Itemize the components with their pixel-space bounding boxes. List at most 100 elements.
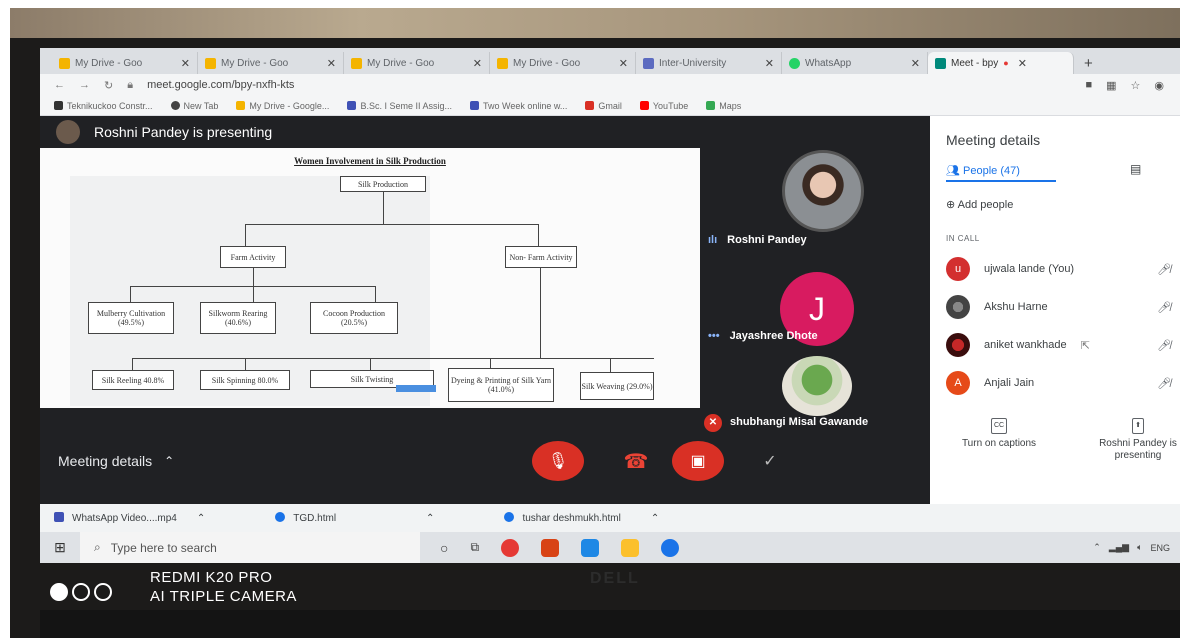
- node-cocoon: Cocoon Production (20.5%): [310, 302, 398, 334]
- tab-inter-university[interactable]: Inter-University ✕: [636, 52, 782, 74]
- present-icon: ⬆: [1132, 418, 1144, 434]
- cc-icon: CC: [990, 418, 1008, 434]
- mic-toggle-button[interactable]: 🎙︎: [532, 441, 584, 481]
- meeting-details-toggle[interactable]: Meeting details ⌃: [40, 448, 710, 474]
- participant-row[interactable]: aniket wankhade ⇱ 🎤︎̸: [946, 332, 1171, 358]
- close-icon[interactable]: ✕: [181, 57, 190, 70]
- dots-icon: •••: [708, 330, 720, 342]
- whatsapp-icon: [789, 57, 800, 69]
- tile-name-roshni: ılı Roshni Pandey: [708, 234, 807, 246]
- close-icon[interactable]: ✕: [619, 57, 628, 70]
- windows-start-icon[interactable]: ⊞: [40, 539, 80, 556]
- tab-drive-4[interactable]: My Drive - Goo ✕: [490, 52, 636, 74]
- back-icon[interactable]: ←: [54, 79, 65, 91]
- chevron-up-icon[interactable]: ⌃: [651, 513, 659, 524]
- camera-watermark: REDMI K20 PRO AI TRIPLE CAMERA: [150, 569, 297, 605]
- language-indicator[interactable]: ENG: [1150, 543, 1170, 553]
- drive-icon: [497, 57, 508, 69]
- chat-icon[interactable]: ▤: [1130, 162, 1141, 176]
- address-bar: ← → ↻ 🔒︎ meet.google.com/bpy-nxfh-kts ■ ▦…: [40, 74, 1180, 96]
- mic-off-icon: 🎤︎̸: [1157, 263, 1171, 276]
- edge-icon: [275, 512, 286, 522]
- node-nonfarm: Non- Farm Activity: [505, 246, 577, 268]
- node-silkworm: Silkworm Rearing (40.6%): [200, 302, 276, 334]
- bookmarks-bar: Teknikuckoo Constr... New Tab My Drive -…: [40, 96, 1180, 116]
- node-reeling: Silk Reeling 40.8%: [92, 370, 174, 390]
- tab-label: WhatsApp: [805, 57, 852, 69]
- background-wall: [10, 8, 1180, 38]
- bookmark-item[interactable]: B.Sc. I Seme II Assig...: [347, 100, 452, 111]
- close-icon[interactable]: ✕: [473, 57, 482, 70]
- url-field[interactable]: meet.google.com/bpy-nxfh-kts: [147, 79, 294, 91]
- participant-row[interactable]: Akshu Harne 🎤︎̸: [946, 294, 1171, 320]
- captions-button[interactable]: CC Turn on captions: [944, 418, 1054, 450]
- recording-dot-icon: ●: [1003, 58, 1009, 68]
- bookmark-item[interactable]: Gmail: [585, 100, 622, 111]
- slide-highlight: [396, 385, 436, 392]
- keyboard-row: [40, 610, 1180, 638]
- cortana-icon[interactable]: ○: [440, 540, 448, 556]
- task-view-icon[interactable]: ⧉: [470, 540, 479, 555]
- camera-toggle-button[interactable]: ▣: [672, 441, 724, 481]
- download-item[interactable]: WhatsApp Video....mp4 ⌃: [54, 512, 205, 524]
- bookmark-item[interactable]: Two Week online w...: [469, 100, 567, 111]
- bookmark-item[interactable]: Maps: [706, 100, 741, 111]
- tab-label: My Drive - Goo: [367, 57, 435, 69]
- avatar: [946, 295, 970, 319]
- photo-frame: My Drive - Goo ✕ My Drive - Goo ✕ My Drive…: [10, 8, 1180, 638]
- bookmark-item[interactable]: My Drive - Google...: [236, 100, 329, 111]
- avatar: [56, 120, 80, 144]
- chevron-up-icon: ⌃: [164, 454, 175, 468]
- presenting-button[interactable]: ⬆ Roshni Pandey is presenting: [1098, 418, 1178, 462]
- bookmark-item[interactable]: YouTube: [639, 100, 688, 111]
- file-explorer-icon[interactable]: [621, 538, 640, 557]
- taskbar-search[interactable]: ⌕ Type here to search: [80, 532, 420, 563]
- tab-whatsapp[interactable]: WhatsApp ✕: [782, 52, 928, 74]
- mic-off-icon: 🎤︎̸: [1157, 377, 1171, 390]
- download-item[interactable]: TGD.html ⌃: [275, 512, 434, 524]
- edge-icon[interactable]: [661, 538, 680, 557]
- tab-drive-1[interactable]: My Drive - Goo ✕: [52, 52, 198, 74]
- tray-chevron-icon[interactable]: ⌃: [1093, 542, 1101, 553]
- add-people-button[interactable]: ⊕ Add people: [946, 198, 1013, 211]
- close-icon[interactable]: ✕: [327, 57, 336, 70]
- leave-call-button[interactable]: ☎︎: [614, 441, 658, 481]
- tab-label: Meet - bpy: [951, 57, 999, 69]
- mail-icon[interactable]: [581, 538, 600, 557]
- participant-row[interactable]: A Anjali Jain 🎤︎̸: [946, 370, 1171, 396]
- close-icon[interactable]: ✕: [1018, 57, 1027, 70]
- tab-label: My Drive - Goo: [75, 57, 143, 69]
- check-button[interactable]: ✓: [752, 441, 788, 481]
- avatar: [946, 333, 970, 357]
- close-icon[interactable]: ✕: [765, 57, 774, 70]
- new-tab-button[interactable]: +: [1084, 52, 1093, 74]
- extensions-icon[interactable]: ▦: [1106, 79, 1116, 92]
- tab-people[interactable]: 👥︎ People (47): [946, 164, 1020, 177]
- avatar-shubhangi: [782, 356, 852, 416]
- tab-drive-3[interactable]: My Drive - Goo ✕: [344, 52, 490, 74]
- participant-row[interactable]: u ujwala lande (You) 🎤︎̸: [946, 256, 1171, 282]
- avatar: A: [946, 371, 970, 395]
- forward-icon[interactable]: →: [79, 79, 90, 91]
- download-item[interactable]: tushar deshmukh.html ⌃: [504, 512, 659, 524]
- presenting-banner: Roshni Pandey is presenting: [40, 116, 930, 148]
- reload-icon[interactable]: ↻: [104, 79, 113, 92]
- tab-meet[interactable]: Meet - bpy ● ✕: [928, 52, 1074, 74]
- camera-indicator-icon[interactable]: ■: [1085, 79, 1092, 92]
- people-icon: 👥︎: [946, 165, 964, 177]
- close-icon[interactable]: ✕: [911, 57, 920, 70]
- chevron-up-icon[interactable]: ⌃: [426, 513, 434, 524]
- bookmark-item[interactable]: Teknikuckoo Constr...: [54, 100, 153, 111]
- network-icon[interactable]: ▂▄▆: [1109, 542, 1129, 553]
- chevron-up-icon[interactable]: ⌃: [197, 513, 205, 524]
- bookmark-item[interactable]: New Tab: [170, 100, 218, 111]
- powerpoint-icon[interactable]: [541, 538, 560, 557]
- tab-drive-2[interactable]: My Drive - Goo ✕: [198, 52, 344, 74]
- volume-icon[interactable]: 🔈︎: [1137, 542, 1142, 553]
- taskbar: ⊞ ⌕ Type here to search ○ ⧉ ⌃ ▂▄▆ 🔈︎ ENG: [40, 532, 1180, 563]
- chrome-icon[interactable]: [501, 538, 520, 557]
- profile-icon[interactable]: ◉: [1154, 79, 1164, 92]
- star-icon[interactable]: ☆: [1131, 79, 1141, 92]
- shared-slide: Women Involvement in Silk Production Sil…: [40, 148, 700, 408]
- meet-icon: [935, 57, 946, 69]
